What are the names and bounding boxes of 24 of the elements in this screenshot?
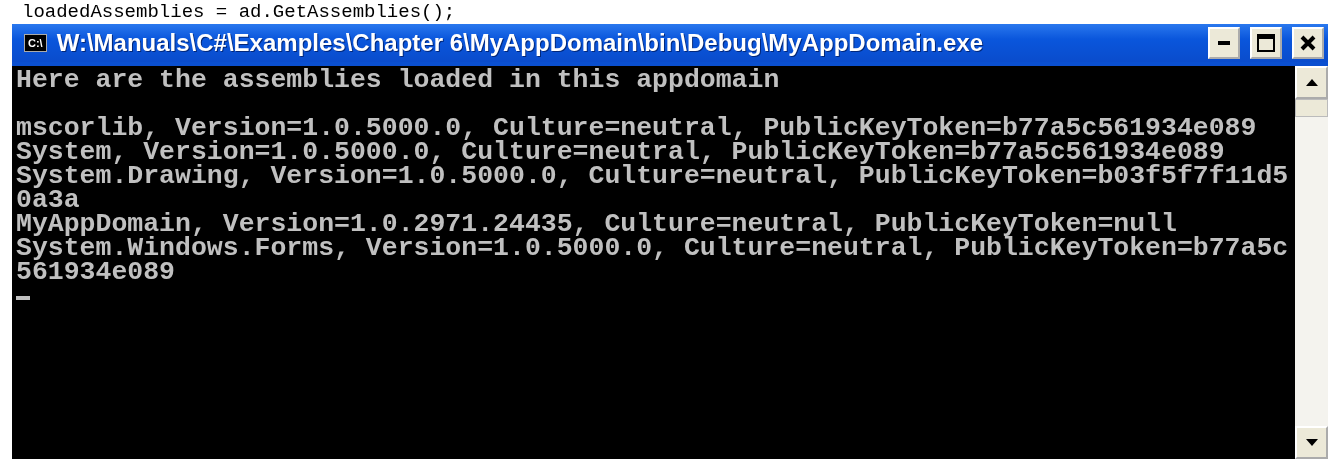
scroll-thumb[interactable] bbox=[1295, 99, 1328, 117]
console-icon: C:\ bbox=[24, 34, 47, 52]
console-line: MyAppDomain, Version=1.0.2971.24435, Culture=neutral, PublicKeyToken=null bbox=[16, 212, 1177, 236]
scroll-down-button[interactable] bbox=[1295, 426, 1328, 459]
window-title: W:\Manuals\C#\Examples\Chapter 6\MyAppDomain\bin\Debug\MyAppDomain.exe bbox=[56, 29, 985, 57]
console-line: mscorlib, Version=1.0.5000.0, Culture=neutral, PublicKeyToken=b77a5c561934e089 bbox=[16, 116, 1258, 140]
console-line: System.Windows.Forms, Version=1.0.5000.0, Culture=neutral, PublicKeyToken=b77a5c bbox=[16, 236, 1290, 260]
close-button[interactable] bbox=[1292, 27, 1324, 59]
maximize-icon bbox=[1257, 34, 1275, 52]
scrollbar[interactable] bbox=[1295, 66, 1328, 459]
close-icon bbox=[1300, 35, 1316, 51]
scroll-up-button[interactable] bbox=[1295, 66, 1328, 99]
code-text: loadedAssemblies = ad.GetAssemblies(); bbox=[22, 1, 456, 23]
minimize-icon bbox=[1218, 41, 1230, 45]
console-line: System.Drawing, Version=1.0.5000.0, Culture=neutral, PublicKeyToken=b03f5f7f11d5 bbox=[16, 164, 1290, 188]
down-arrow-icon bbox=[1305, 439, 1318, 446]
maximize-button[interactable] bbox=[1250, 27, 1282, 59]
text-cursor bbox=[16, 296, 30, 300]
console-line: System, Version=1.0.5000.0, Culture=neutral, PublicKeyToken=b77a5c561934e089 bbox=[16, 140, 1225, 164]
up-arrow-icon bbox=[1305, 79, 1318, 86]
console-line: 0a3a bbox=[16, 188, 80, 212]
console-line: Here are the assemblies loaded in this appdomain bbox=[16, 68, 781, 92]
console-line: 561934e089 bbox=[16, 260, 176, 284]
minimize-button[interactable] bbox=[1208, 27, 1240, 59]
